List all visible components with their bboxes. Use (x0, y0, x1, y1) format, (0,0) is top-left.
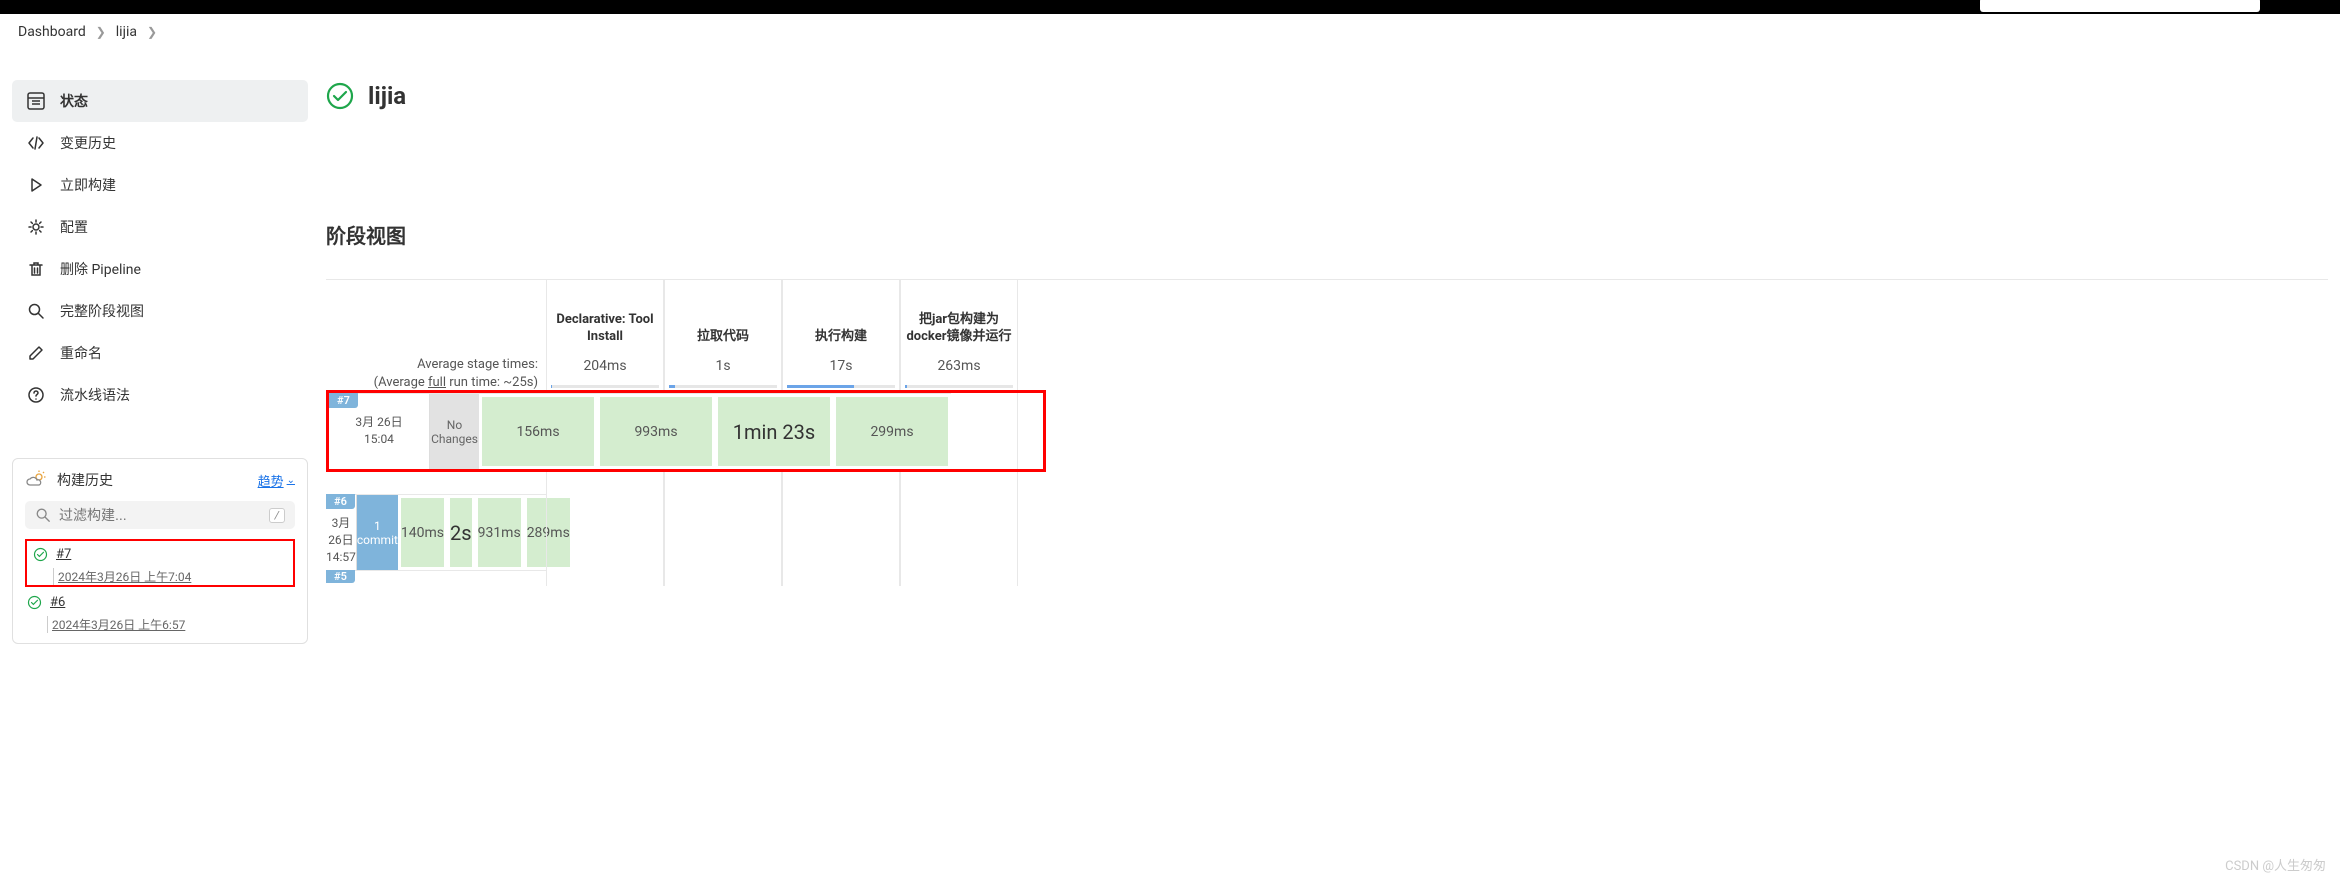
avg-label-2: (Average full run time: ~25s) (326, 374, 538, 392)
breadcrumb-project[interactable]: lijia (116, 24, 137, 40)
stage-cell[interactable]: 1min 23s (715, 394, 833, 469)
success-icon (27, 595, 42, 610)
stage-cell[interactable]: 156ms (479, 394, 597, 469)
run-commit[interactable]: 1commit (356, 495, 398, 570)
sidebar-item-label: 立即构建 (60, 175, 116, 195)
avg-label: Average stage times: (326, 356, 538, 374)
run-row[interactable]: #5 (326, 570, 546, 586)
stage-view-title: 阶段视图 (326, 220, 2328, 249)
sidebar-item-status[interactable]: 状态 (12, 80, 308, 122)
build-number: #6 (50, 595, 65, 610)
status-icon (26, 91, 46, 111)
build-entry[interactable]: #7 (31, 543, 289, 566)
build-date[interactable]: 2024年3月26日 上午6:57 (47, 616, 295, 633)
build-number: #7 (56, 547, 71, 562)
code-icon (26, 133, 46, 153)
run-badge: #7 (329, 393, 358, 408)
build-entry[interactable]: #6 (25, 591, 295, 614)
build-history-panel: 构建历史 趋势 ⌄ / #7 2024年3月26日 上午7:04 #6 (12, 458, 308, 644)
search-icon (26, 301, 46, 321)
stage-cell[interactable]: 993ms (597, 394, 715, 469)
stage-avg-cell: 17s (783, 354, 899, 390)
stage-header: 执行构建 (783, 280, 899, 354)
pencil-icon (26, 343, 46, 363)
sidebar-item-label: 状态 (60, 91, 88, 111)
run-badge: #6 (326, 494, 355, 509)
build-filter-input[interactable] (59, 507, 269, 523)
sidebar-item-label: 流水线语法 (60, 385, 130, 405)
help-icon (26, 385, 46, 405)
stage-cell[interactable]: 2s (447, 495, 475, 570)
gear-icon (26, 217, 46, 237)
slash-shortcut: / (269, 508, 285, 523)
highlighted-build: #7 2024年3月26日 上午7:04 (25, 539, 295, 587)
build-filter[interactable]: / (25, 501, 295, 529)
trend-link[interactable]: 趋势 ⌄ (258, 471, 295, 490)
success-icon (326, 82, 354, 110)
weather-icon (25, 469, 47, 491)
run-label: #73月 26日15:04 (329, 394, 429, 469)
sidebar-item-build-now[interactable]: 立即构建 (12, 164, 308, 206)
stage-header: Declarative: Tool Install (547, 280, 663, 354)
run-label: #63月 26日14:57 (326, 495, 356, 570)
run-row[interactable]: #63月 26日14:571commit140ms2s931ms289ms (326, 494, 546, 570)
sidebar-item-configure[interactable]: 配置 (12, 206, 308, 248)
sidebar-item-delete[interactable]: 删除 Pipeline (12, 248, 308, 290)
success-icon (33, 547, 48, 562)
breadcrumb-dashboard[interactable]: Dashboard (18, 24, 86, 40)
run-commit[interactable]: NoChanges (429, 394, 479, 469)
stage-cell[interactable]: 931ms (475, 495, 524, 570)
top-bar (0, 0, 2340, 14)
stage-avg-cell: 204ms (547, 354, 663, 390)
global-search[interactable] (1980, 0, 2260, 12)
play-icon (26, 175, 46, 195)
stage-cell[interactable]: 299ms (833, 394, 951, 469)
main-content: lijia 阶段视图 Average stage times: (Average… (326, 50, 2328, 644)
stage-avg-cell: 263ms (901, 354, 1017, 390)
page-title: lijia (368, 82, 406, 110)
sidebar-item-label: 重命名 (60, 343, 102, 363)
sidebar-item-pipeline-syntax[interactable]: 流水线语法 (12, 374, 308, 416)
watermark: CSDN @人生匆匆 (2225, 855, 2326, 874)
sidebar-item-full-stage-view[interactable]: 完整阶段视图 (12, 290, 308, 332)
sidebar: 状态 变更历史 立即构建 配置 删除 Pipeline 完整阶段视图 重命名 (12, 50, 308, 644)
stage-cell[interactable]: 140ms (398, 495, 447, 570)
chevron-right-icon: ❯ (147, 25, 157, 39)
stage-table: Average stage times: (Average full run t… (326, 279, 2328, 586)
breadcrumb: Dashboard ❯ lijia ❯ (0, 14, 2340, 50)
build-history-title: 构建历史 (57, 470, 113, 490)
stage-header: 拉取代码 (665, 280, 781, 354)
stage-avg-cell: 1s (665, 354, 781, 390)
sidebar-item-label: 完整阶段视图 (60, 301, 144, 321)
sidebar-item-rename[interactable]: 重命名 (12, 332, 308, 374)
run-badge: #5 (326, 570, 355, 583)
build-date[interactable]: 2024年3月26日 上午7:04 (53, 568, 289, 585)
sidebar-item-label: 配置 (60, 217, 88, 237)
sidebar-item-changes[interactable]: 变更历史 (12, 122, 308, 164)
trash-icon (26, 259, 46, 279)
sidebar-item-label: 删除 Pipeline (60, 259, 141, 279)
chevron-right-icon: ❯ (96, 25, 106, 39)
stage-header: 把jar包构建为docker镜像并运行 (901, 280, 1017, 354)
run-row[interactable]: #73月 26日15:04NoChanges156ms993ms1min 23s… (329, 393, 951, 469)
sidebar-item-label: 变更历史 (60, 133, 116, 153)
